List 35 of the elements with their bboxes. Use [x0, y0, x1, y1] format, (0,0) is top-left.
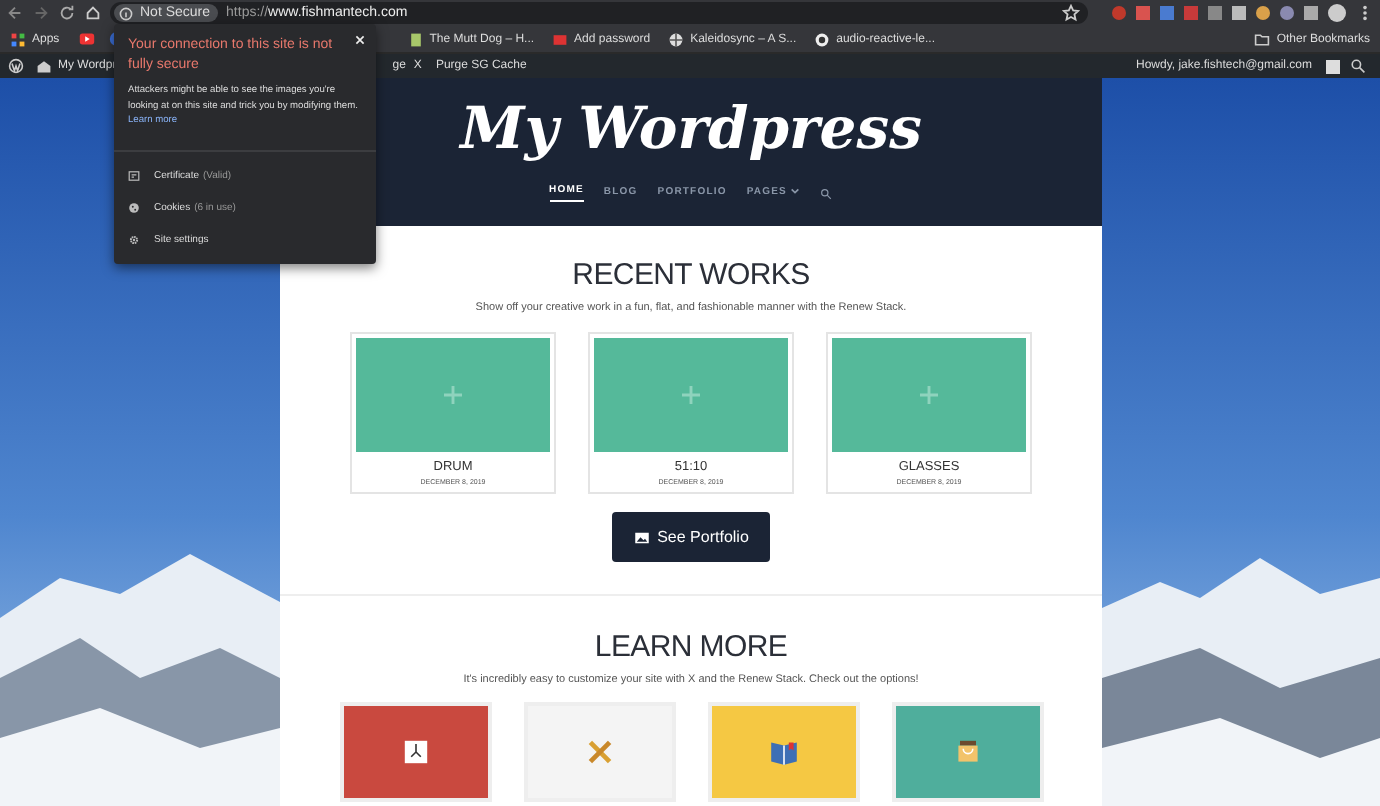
image-icon: [633, 531, 650, 543]
plus-icon: [682, 386, 700, 404]
feature-tile[interactable]: [523, 702, 675, 802]
see-portfolio-button[interactable]: See Portfolio: [612, 512, 770, 562]
plus-icon: [444, 386, 462, 404]
section-heading: LEARN MORE: [594, 630, 788, 666]
house-icon: [36, 58, 52, 74]
section-heading: RECENT WORKS: [572, 258, 810, 294]
video-icon[interactable]: [77, 30, 96, 48]
star-icon[interactable]: [1062, 4, 1080, 22]
user-avatar-icon: [1326, 59, 1340, 73]
feature-tile[interactable]: [339, 702, 491, 802]
cookie-icon: [128, 201, 140, 214]
wordpress-icon[interactable]: [8, 58, 24, 74]
feature-tile[interactable]: [891, 702, 1043, 802]
folder-icon: [1254, 31, 1271, 47]
page-icon: [407, 31, 424, 47]
avatar-icon[interactable]: [1328, 4, 1346, 22]
search-icon[interactable]: [1350, 58, 1366, 74]
reload-icon[interactable]: [58, 4, 76, 22]
book-icon: [767, 736, 799, 768]
home-icon[interactable]: [84, 4, 102, 22]
pencil-ruler-icon: [583, 736, 615, 768]
back-icon[interactable]: [6, 4, 24, 22]
globe-icon: [668, 31, 685, 47]
apps-icon: [10, 31, 26, 47]
site-title[interactable]: My Wordpress: [460, 92, 922, 164]
search-icon[interactable]: [820, 187, 833, 199]
forward-icon[interactable]: [32, 4, 50, 22]
feature-tile[interactable]: [707, 702, 859, 802]
certificate-icon: [128, 169, 140, 182]
settings-icon: [128, 233, 140, 246]
close-icon[interactable]: [354, 34, 366, 46]
plus-icon: [920, 386, 938, 404]
info-icon: [118, 5, 134, 21]
